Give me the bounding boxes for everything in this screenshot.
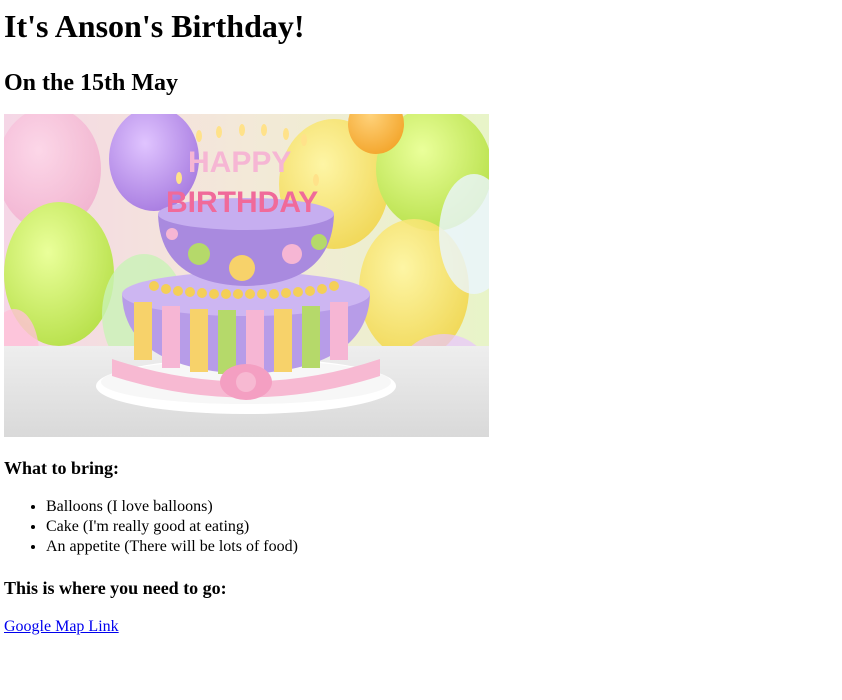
list-item: An appetite (There will be lots of food) [46,537,838,557]
directions-heading: This is where you need to go: [4,578,227,598]
page-subtitle: On the 15th May [4,70,178,96]
cake-birthday-text: BIRTHDAY [166,186,318,219]
google-map-link[interactable]: Google Map Link [4,618,119,635]
list-item: Cake (I'm really good at eating) [46,517,838,537]
list-item: Balloons (I love balloons) [46,497,838,517]
bring-list: Balloons (I love balloons) Cake (I'm rea… [4,497,838,557]
birthday-cake-image: HAPPY BIRTHDAY [4,114,489,437]
bring-heading: What to bring: [4,458,120,478]
cake-happy-text: HAPPY [188,146,291,179]
page-title: It's Anson's Birthday! [4,8,305,44]
map-link-paragraph: Google Map Link [4,617,838,637]
